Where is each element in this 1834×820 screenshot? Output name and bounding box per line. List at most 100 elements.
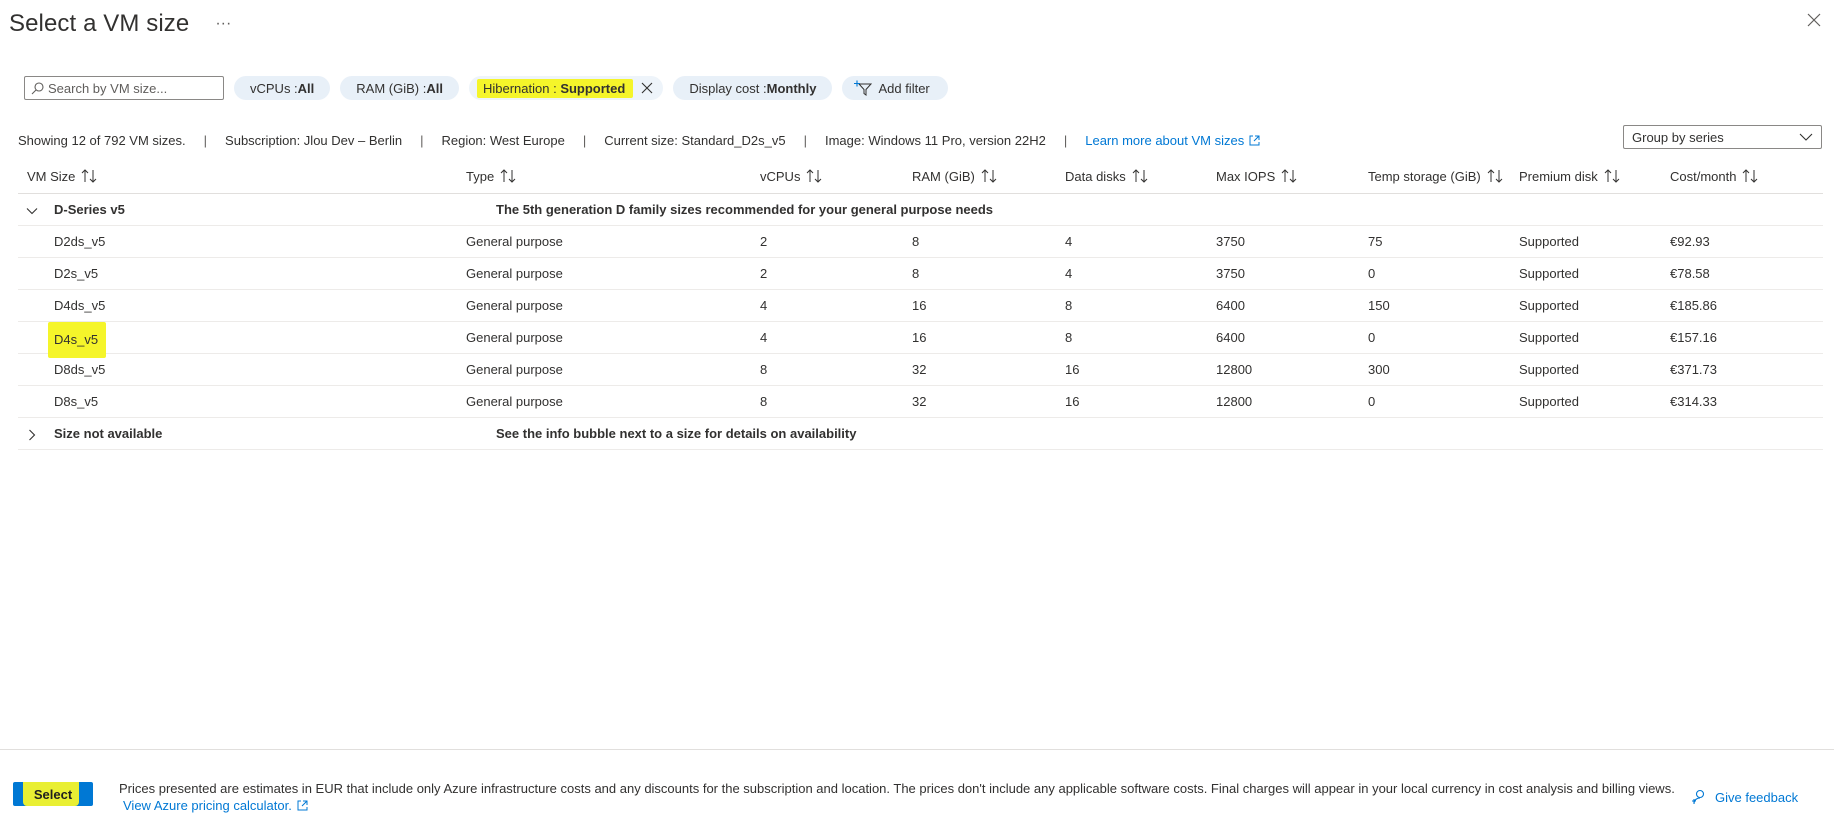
cell-vm-size[interactable]: D4ds_v5 [54, 290, 105, 322]
column-header-label: Data disks [1065, 169, 1126, 184]
cell-ram: 8 [912, 266, 920, 281]
table-row[interactable]: D2ds_v5 General purpose 2 8 4 3750 75 Supported… [18, 226, 1823, 258]
cell-premium-disk: Supported [1519, 394, 1579, 409]
column-header-max-iops[interactable]: Max IOPS [1216, 160, 1298, 194]
footer: Select Prices presented are estimates in… [0, 749, 1834, 820]
cell-vcpus: 8 [760, 362, 768, 377]
table-row[interactable]: D2s_v5 General purpose 2 8 4 3750 0 Supported €7… [18, 258, 1823, 290]
column-header-premium-disk[interactable]: Premium disk [1519, 160, 1621, 194]
cell-ram: 16 [912, 330, 927, 345]
cell-data-disks: 8 [1065, 298, 1073, 313]
sort-icon[interactable] [806, 169, 823, 183]
cell-vcpus: 4 [760, 298, 768, 313]
pricing-note-text: Prices presented are estimates in EUR th… [119, 781, 1675, 796]
column-header-temp-storage[interactable]: Temp storage (GiB) [1368, 160, 1504, 194]
subscription-info: Subscription: Jlou Dev – Berlin [225, 133, 403, 148]
group-by-dropdown[interactable]: Group by series [1623, 125, 1822, 149]
region-info: Region: West Europe [441, 133, 565, 148]
image-info: Image: Windows 11 Pro, version 22H2 [824, 133, 1046, 148]
column-header-data-disks[interactable]: Data disks [1065, 160, 1149, 194]
group-name: D-Series v5 [54, 202, 125, 217]
cell-vm-size[interactable]: D8ds_v5 [54, 354, 105, 386]
pricing-calculator-label: View Azure pricing calculator. [123, 798, 292, 813]
group-row-d-series-v5[interactable]: D-Series v5 The 5th generation D family … [18, 194, 1823, 226]
cell-vm-size[interactable]: D2s_v5 [54, 258, 98, 290]
separator: | [1063, 133, 1068, 148]
column-header-vcpus[interactable]: vCPUs [760, 160, 823, 194]
sort-icon[interactable] [1281, 169, 1298, 183]
filter-hibernation-text: Hibernation : Supported [476, 78, 634, 98]
summary-bar: Showing 12 of 792 VM sizes. | Subscripti… [18, 133, 1260, 148]
column-header-vm-size[interactable]: VM Size [27, 160, 98, 194]
group-by-value: Group by series [1632, 129, 1724, 145]
cell-temp-storage: 75 [1368, 234, 1383, 249]
sort-icon[interactable] [1742, 169, 1759, 183]
cell-temp-storage: 0 [1368, 394, 1376, 409]
select-button[interactable]: Select [13, 782, 93, 806]
table-header-row: VM Size Type vCPUs RAM (GiB) Data disks Max I… [18, 160, 1823, 194]
cell-data-disks: 4 [1065, 266, 1073, 281]
give-feedback-button[interactable]: Give feedback [1690, 789, 1798, 805]
separator: | [420, 133, 424, 148]
cell-type: General purpose [466, 330, 563, 345]
table-row[interactable]: D8ds_v5 General purpose 8 32 16 12800 300 Suppo… [18, 354, 1823, 386]
column-header-ram[interactable]: RAM (GiB) [912, 160, 998, 194]
cell-cost-month: €371.73 [1670, 362, 1717, 377]
cell-data-disks: 4 [1065, 234, 1073, 249]
column-header-cost-month[interactable]: Cost/month [1670, 160, 1759, 194]
learn-more-link[interactable]: Learn more about VM sizes [1085, 133, 1260, 148]
add-filter-label: Add filter [878, 80, 930, 96]
cell-cost-month: €314.33 [1670, 394, 1717, 409]
sort-icon[interactable] [981, 169, 998, 183]
cell-max-iops: 3750 [1216, 266, 1245, 281]
pricing-calculator-link[interactable]: View Azure pricing calculator. [123, 798, 308, 813]
group-row-size-not-available[interactable]: Size not available See the info bubble n… [18, 418, 1823, 450]
column-header-label: vCPUs [760, 169, 801, 184]
clear-filter-icon[interactable] [641, 82, 653, 94]
page-title: Select a VM size [9, 10, 190, 37]
sort-icon[interactable] [500, 169, 517, 183]
cell-ram: 32 [912, 394, 927, 409]
filter-ram[interactable]: RAM (GiB) : All [340, 76, 459, 100]
add-filter-button[interactable]: Add filter [842, 76, 948, 100]
sort-icon[interactable] [1604, 169, 1621, 183]
filter-hibernation[interactable]: Hibernation : Supported [468, 76, 664, 100]
cell-temp-storage: 0 [1368, 330, 1376, 345]
filter-bar: vCPUs : All RAM (GiB) : All Hibernation … [24, 76, 948, 100]
separator: | [203, 133, 208, 148]
cell-vm-size[interactable]: D4s_v5 [48, 322, 107, 358]
filter-display-cost[interactable]: Display cost : Monthly [673, 76, 833, 100]
cell-cost-month: €92.93 [1670, 234, 1710, 249]
chevron-down-icon[interactable] [26, 205, 38, 217]
cell-vm-size[interactable]: D8s_v5 [54, 386, 98, 418]
table-row[interactable]: D8s_v5 General purpose 8 32 16 12800 0 Supporte… [18, 386, 1823, 418]
table-row[interactable]: D4ds_v5 General purpose 4 16 8 6400 150 Support… [18, 290, 1823, 322]
cell-ram: 32 [912, 362, 927, 377]
cell-premium-disk: Supported [1519, 234, 1579, 249]
cell-cost-month: €185.86 [1670, 298, 1717, 313]
give-feedback-label: Give feedback [1715, 789, 1799, 805]
chevron-right-icon[interactable] [26, 429, 38, 441]
column-header-label: VM Size [27, 169, 76, 184]
cell-vcpus: 8 [760, 394, 768, 409]
table-row[interactable]: D4s_v5 General purpose 4 16 8 6400 0 Supported €… [18, 322, 1823, 358]
more-options-button[interactable]: ··· [215, 16, 231, 32]
external-link-icon [1249, 135, 1260, 146]
cell-type: General purpose [466, 234, 563, 249]
cell-type: General purpose [466, 394, 563, 409]
column-header-label: Max IOPS [1216, 169, 1276, 184]
column-header-type[interactable]: Type [466, 160, 517, 194]
close-icon[interactable] [1806, 12, 1822, 28]
sort-icon[interactable] [81, 169, 98, 183]
cell-vm-size[interactable]: D2ds_v5 [54, 226, 105, 258]
search-input[interactable] [48, 80, 218, 96]
filter-vcpus[interactable]: vCPUs : All [234, 76, 331, 100]
sort-icon[interactable] [1132, 169, 1149, 183]
group-description: The 5th generation D family sizes recomm… [496, 202, 994, 217]
sort-icon[interactable] [1487, 169, 1504, 183]
search-box[interactable] [24, 76, 224, 100]
filter-vcpus-label: vCPUs : [250, 80, 298, 96]
cell-vcpus: 4 [760, 330, 768, 345]
add-filter-icon [854, 80, 873, 96]
column-header-label: Temp storage (GiB) [1368, 169, 1481, 184]
